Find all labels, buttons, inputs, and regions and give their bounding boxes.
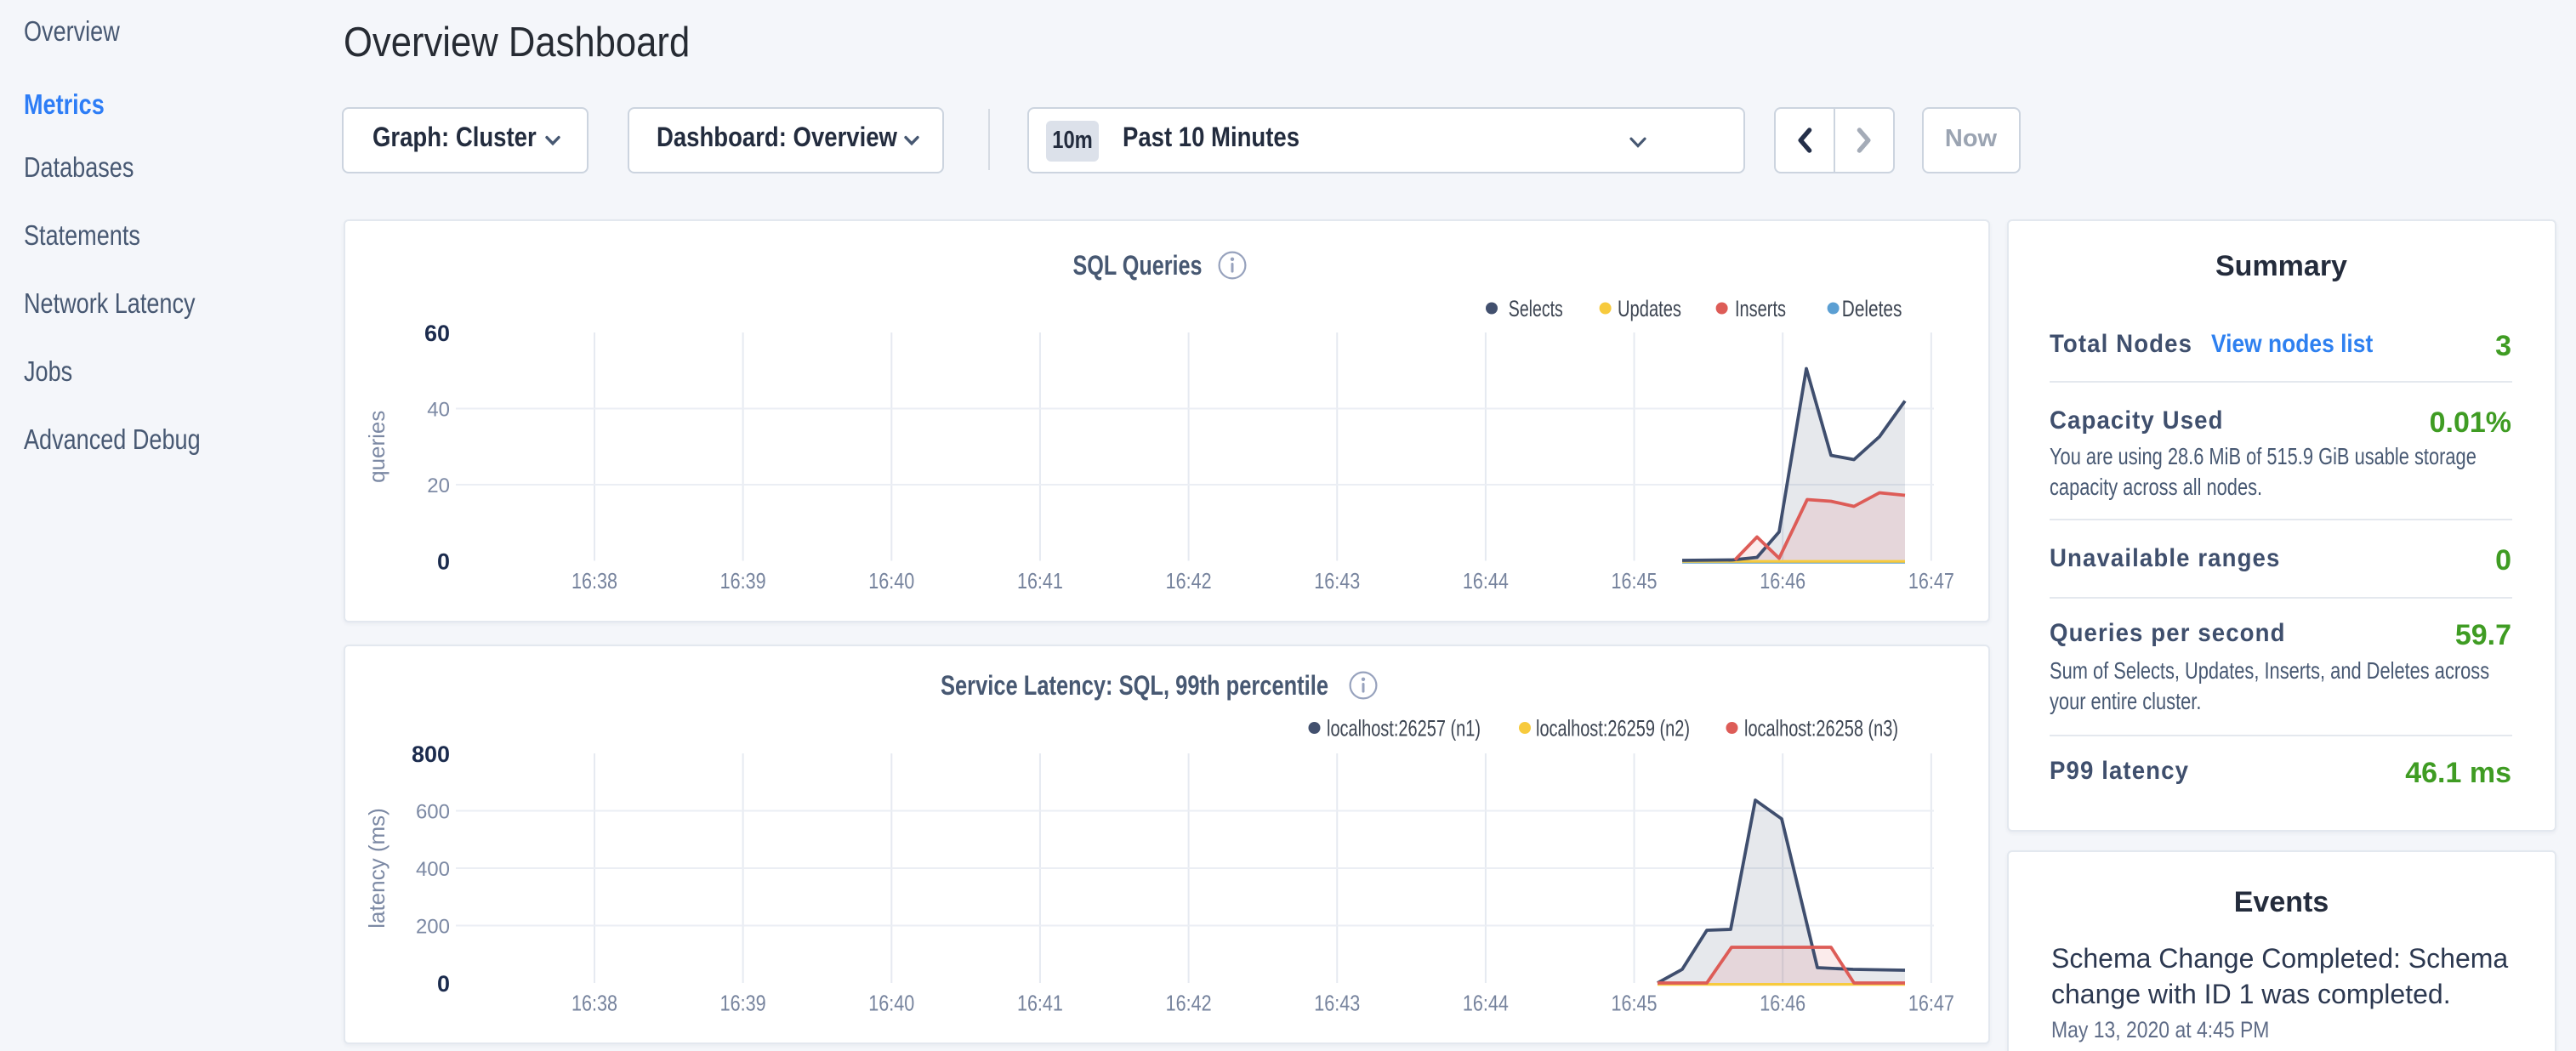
svg-text:16:41: 16:41 [1017, 568, 1063, 594]
svg-text:0: 0 [437, 548, 450, 574]
svg-text:Deletes: Deletes [1842, 295, 1902, 321]
svg-text:latency (ms): latency (ms) [364, 807, 390, 928]
svg-text:16:45: 16:45 [1612, 990, 1658, 1015]
svg-text:16:44: 16:44 [1463, 990, 1509, 1015]
svg-text:40: 40 [427, 398, 450, 421]
svg-text:16:39: 16:39 [720, 990, 766, 1015]
svg-text:16:42: 16:42 [1166, 568, 1212, 594]
svg-text:400: 400 [416, 857, 450, 880]
svg-text:Service Latency: SQL, 99th per: Service Latency: SQL, 99th percentile [941, 669, 1328, 700]
svg-text:16:40: 16:40 [868, 568, 914, 594]
svg-text:16:38: 16:38 [571, 568, 617, 594]
svg-text:0: 0 [437, 970, 450, 996]
svg-text:16:43: 16:43 [1314, 990, 1360, 1015]
svg-text:600: 600 [416, 799, 450, 822]
svg-text:Inserts: Inserts [1735, 295, 1786, 321]
svg-text:16:47: 16:47 [1908, 990, 1954, 1015]
svg-text:200: 200 [416, 914, 450, 937]
svg-text:16:43: 16:43 [1314, 568, 1360, 594]
svg-text:localhost:26258 (n3): localhost:26258 (n3) [1744, 714, 1898, 740]
svg-text:16:42: 16:42 [1166, 990, 1212, 1015]
svg-text:16:38: 16:38 [571, 990, 617, 1015]
svg-text:Selects: Selects [1509, 295, 1563, 321]
svg-text:16:39: 16:39 [720, 568, 766, 594]
svg-text:queries: queries [364, 410, 390, 482]
svg-text:16:47: 16:47 [1908, 568, 1954, 594]
svg-text:16:46: 16:46 [1760, 568, 1805, 594]
svg-text:16:40: 16:40 [868, 990, 914, 1015]
svg-text:16:44: 16:44 [1463, 568, 1509, 594]
svg-text:16:46: 16:46 [1760, 990, 1805, 1015]
svg-text:SQL Queries: SQL Queries [1073, 250, 1203, 281]
svg-text:60: 60 [424, 321, 450, 346]
svg-text:16:45: 16:45 [1612, 568, 1658, 594]
svg-text:16:41: 16:41 [1017, 990, 1063, 1015]
svg-text:localhost:26259 (n2): localhost:26259 (n2) [1536, 714, 1690, 740]
svg-text:localhost:26257 (n1): localhost:26257 (n1) [1327, 714, 1481, 740]
svg-text:800: 800 [412, 741, 450, 766]
svg-text:20: 20 [427, 474, 450, 497]
svg-text:Updates: Updates [1618, 295, 1681, 321]
